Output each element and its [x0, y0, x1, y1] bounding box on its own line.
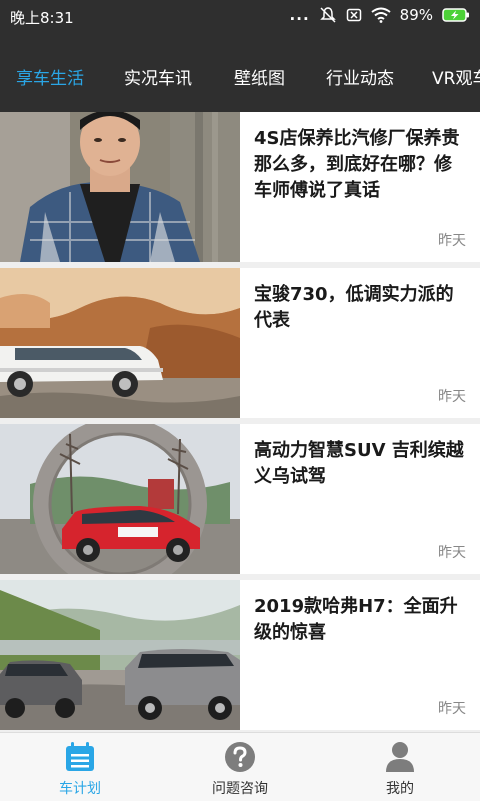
mute-icon — [319, 7, 336, 23]
tab-hangye-dongtai[interactable]: 行业动态 — [326, 64, 394, 89]
two-gray-suvs-mountain-road-photo — [0, 580, 240, 730]
man-in-plaid-shirt-photo — [0, 112, 240, 262]
tab-shikuang-chexun[interactable]: 实况车讯 — [124, 64, 192, 89]
article-title[interactable]: 4S店保养比汽修厂保养贵那么多，到底好在哪？修车师傅说了真话 — [254, 126, 468, 204]
battery-charging-icon — [442, 8, 469, 22]
red-suv-circular-arch-photo — [0, 424, 240, 574]
nav-wenti-zixun[interactable]: 问题咨询 — [160, 733, 320, 801]
article-date: 昨天 — [438, 389, 466, 405]
article-thumbnail[interactable] — [0, 112, 240, 262]
article-card[interactable]: 高动力智慧SUV 吉利缤越义乌试驾 昨天 — [0, 424, 480, 574]
sim-off-icon — [346, 8, 361, 22]
nav-label: 问题咨询 — [212, 781, 268, 797]
article-thumbnail[interactable] — [0, 424, 240, 574]
calendar-icon — [66, 742, 94, 771]
article-title[interactable]: 2019款哈弗H7：全面升级的惊喜 — [254, 594, 468, 646]
article-title[interactable]: 高动力智慧SUV 吉利缤越义乌试驾 — [254, 438, 468, 490]
article-card[interactable]: 2019款哈弗H7：全面升级的惊喜 昨天 — [0, 580, 480, 730]
nav-wode[interactable]: 我的 — [320, 733, 480, 801]
question-icon — [225, 742, 255, 772]
article-title[interactable]: 宝骏730，低调实力派的代表 — [254, 282, 468, 334]
status-bar: 晚上8:31 ... 89% — [0, 0, 480, 34]
white-mpv-rocky-coast-photo — [0, 268, 240, 418]
tab-bizhitu[interactable]: 壁纸图 — [234, 64, 285, 89]
article-date: 昨天 — [438, 701, 466, 717]
status-time: 晚上8:31 — [10, 9, 74, 27]
nav-label: 我的 — [386, 781, 414, 797]
tab-vr-guanche[interactable]: VR观车 — [432, 64, 480, 89]
article-card[interactable]: 4S店保养比汽修厂保养贵那么多，到底好在哪？修车师傅说了真话 昨天 — [0, 112, 480, 262]
user-icon — [386, 742, 414, 772]
status-icons: ... 89% — [290, 6, 470, 24]
signal-dots: ... — [289, 6, 310, 24]
nav-che-jihua[interactable]: 车计划 — [0, 733, 160, 801]
battery-percent: 89% — [399, 6, 433, 24]
bottom-navigation: 车计划 问题咨询 我的 — [0, 732, 480, 801]
article-date: 昨天 — [438, 233, 466, 249]
article-date: 昨天 — [438, 545, 466, 561]
article-thumbnail[interactable] — [0, 580, 240, 730]
article-card[interactable]: 宝骏730，低调实力派的代表 昨天 — [0, 268, 480, 418]
nav-label: 车计划 — [59, 781, 101, 797]
wifi-icon — [371, 7, 391, 23]
category-tabs: 享车生活 实况车讯 壁纸图 行业动态 VR观车 — [0, 34, 480, 112]
article-list: 4S店保养比汽修厂保养贵那么多，到底好在哪？修车师傅说了真话 昨天 宝骏730，… — [0, 112, 480, 732]
tab-xiangche-shenghuo[interactable]: 享车生活 — [16, 64, 84, 89]
article-thumbnail[interactable] — [0, 268, 240, 418]
